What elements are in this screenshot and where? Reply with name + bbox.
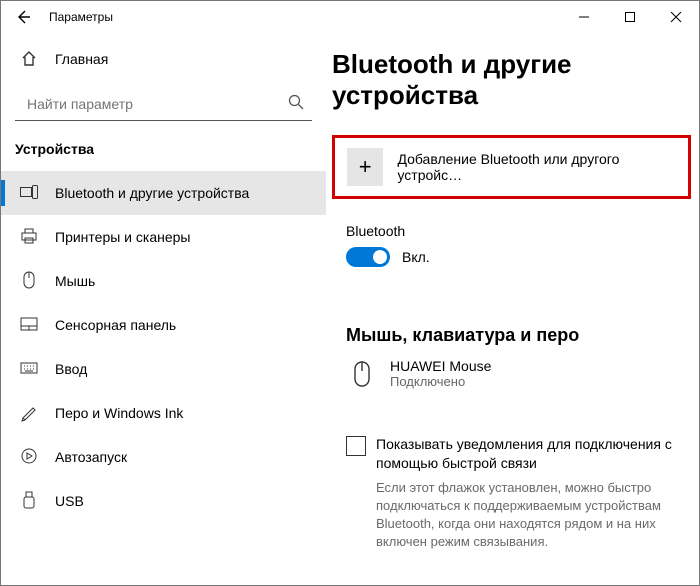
home-icon: [19, 49, 39, 70]
add-device-button[interactable]: + Добавление Bluetooth или другого устро…: [332, 135, 691, 199]
close-button[interactable]: [653, 1, 699, 33]
back-button[interactable]: [1, 1, 45, 33]
sidebar-item-autoplay[interactable]: Автозапуск: [1, 435, 326, 479]
swift-pair-help: Если этот флажок установлен, можно быстр…: [376, 479, 679, 552]
sidebar-item-bluetooth[interactable]: Bluetooth и другие устройства: [1, 171, 326, 215]
main-panel: Bluetooth и другие устройства + Добавлен…: [326, 33, 699, 585]
minimize-icon: [579, 12, 589, 22]
autoplay-icon: [19, 448, 39, 467]
device-name: HUAWEI Mouse: [390, 358, 491, 374]
sidebar-item-label: Ввод: [55, 361, 87, 377]
arrow-left-icon: [15, 9, 31, 25]
sidebar-item-label: USB: [55, 493, 84, 509]
swift-pair-checkbox[interactable]: [346, 436, 366, 456]
usb-icon: [19, 491, 39, 512]
sidebar-item-printers[interactable]: Принтеры и сканеры: [1, 215, 326, 259]
add-device-label: Добавление Bluetooth или другого устройс…: [397, 151, 676, 183]
keyboard-icon: [19, 361, 39, 377]
devices-icon: [19, 185, 39, 202]
sidebar-item-touchpad[interactable]: Сенсорная панель: [1, 303, 326, 347]
app-title: Параметры: [45, 10, 113, 24]
search-icon: [288, 94, 304, 113]
sidebar-home-label: Главная: [55, 51, 108, 67]
search-input[interactable]: [25, 95, 288, 113]
printer-icon: [19, 228, 39, 247]
page-title: Bluetooth и другие устройства: [332, 49, 699, 111]
sidebar-item-pen[interactable]: Перо и Windows Ink: [1, 391, 326, 435]
sidebar-item-label: Bluetooth и другие устройства: [55, 185, 249, 201]
maximize-button[interactable]: [607, 1, 653, 33]
sidebar-item-typing[interactable]: Ввод: [1, 347, 326, 391]
device-status: Подключено: [390, 374, 491, 389]
pen-icon: [19, 404, 39, 423]
swift-pair-label: Показывать уведомления для подключения с…: [376, 435, 679, 473]
sidebar-item-label: Мышь: [55, 273, 95, 289]
sidebar-item-label: Перо и Windows Ink: [55, 405, 183, 421]
window-controls: [561, 1, 699, 33]
search-box[interactable]: [15, 87, 312, 121]
titlebar: Параметры: [1, 1, 699, 33]
minimize-button[interactable]: [561, 1, 607, 33]
close-icon: [671, 12, 681, 22]
maximize-icon: [625, 12, 635, 22]
sidebar-nav: Bluetooth и другие устройства Принтеры и…: [1, 171, 326, 523]
bluetooth-toggle[interactable]: [346, 247, 390, 267]
bluetooth-section-label: Bluetooth: [346, 223, 699, 239]
sidebar-item-label: Сенсорная панель: [55, 317, 176, 333]
sidebar: Главная Устройства Bluetooth и другие ус…: [1, 33, 326, 585]
plus-icon: +: [347, 148, 383, 186]
mouse-keyboard-pen-heading: Мышь, клавиатура и перо: [346, 325, 699, 346]
sidebar-item-mouse[interactable]: Мышь: [1, 259, 326, 303]
sidebar-home[interactable]: Главная: [1, 39, 326, 79]
sidebar-category-title: Устройства: [1, 141, 326, 171]
touchpad-icon: [19, 317, 39, 334]
mouse-icon: [19, 271, 39, 292]
mouse-device-icon: [346, 358, 378, 388]
sidebar-item-usb[interactable]: USB: [1, 479, 326, 523]
sidebar-item-label: Автозапуск: [55, 449, 127, 465]
sidebar-item-label: Принтеры и сканеры: [55, 229, 190, 245]
device-item[interactable]: HUAWEI Mouse Подключено: [346, 358, 699, 389]
bluetooth-toggle-state: Вкл.: [402, 249, 430, 265]
